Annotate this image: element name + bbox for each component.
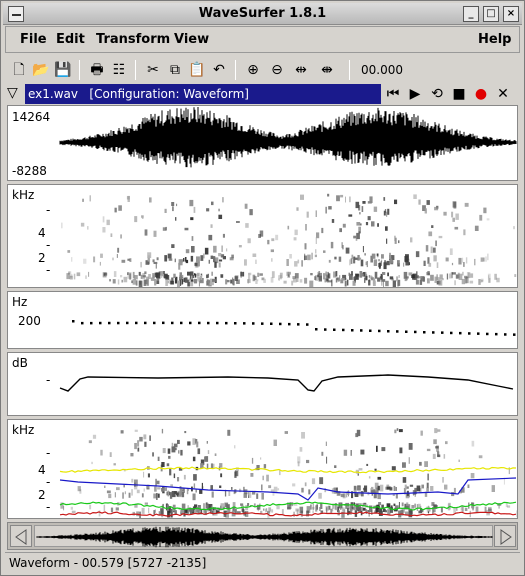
toolbar-separator (235, 60, 236, 80)
zoom-out-icon[interactable]: ⊖ (267, 60, 287, 80)
window-title: WaveSurfer 1.8.1 (198, 6, 327, 21)
sound-header: ▽ ex1.wav [Configuration: Waveform] ⏮ ▶ … (5, 84, 520, 104)
zoom-selection-icon[interactable]: ⇼ (317, 60, 337, 80)
stop-icon[interactable]: ■ (451, 86, 467, 102)
open-folder-icon[interactable]: 📂 (31, 60, 51, 80)
paste-icon[interactable]: 📋 (187, 60, 207, 80)
time-display: 00.000 (361, 63, 403, 77)
menu-edit[interactable]: Edit (56, 32, 85, 47)
formant-line-4 (59, 466, 517, 474)
maximize-button[interactable]: □ (483, 6, 499, 22)
cut-icon[interactable]: ✂ (143, 60, 163, 80)
status-text: Waveform - 00.579 [5727 -2135] (9, 556, 207, 570)
title-bar[interactable]: WaveSurfer 1.8.1 _ □ × (3, 3, 522, 25)
rewind-icon[interactable]: ⏮ (385, 86, 401, 102)
save-icon[interactable]: 💾 (53, 60, 73, 80)
zoom-fit-icon[interactable]: ⇹ (291, 60, 311, 80)
status-bar: Waveform - 00.579 [5727 -2135] (5, 552, 520, 574)
spectrogram-plot (61, 193, 517, 287)
pitch-pane[interactable]: Hz 200 (7, 291, 518, 349)
close-window-button[interactable]: × (503, 6, 519, 22)
formant-line-1 (59, 511, 517, 517)
power-pane[interactable]: dB - (7, 352, 518, 416)
menu-help[interactable]: Help (478, 32, 511, 47)
menu-bar: File Edit Transform View Help (5, 26, 520, 53)
undo-icon[interactable]: ↶ (209, 60, 229, 80)
right-arrow-icon (500, 529, 512, 545)
toolbar-separator (79, 60, 80, 80)
spectrogram-pane[interactable]: kHz - 4 - 2 - (7, 184, 518, 288)
minimize-button[interactable]: _ (463, 6, 479, 22)
menu-transform[interactable]: Transform (96, 32, 170, 47)
zoom-in-icon[interactable]: ⊕ (243, 60, 263, 80)
play-icon[interactable]: ▶ (407, 86, 423, 102)
waveform-trace (59, 107, 517, 168)
overview-waveform (36, 526, 493, 548)
scroll-right-arrow[interactable] (494, 525, 516, 547)
app-window: WaveSurfer 1.8.1 _ □ × File Edit Transfo… (0, 0, 525, 576)
menu-view[interactable]: View (174, 32, 209, 47)
new-file-icon[interactable]: 🗋 (9, 60, 29, 80)
left-arrow-icon (15, 529, 27, 545)
properties-icon[interactable]: ☷ (109, 60, 129, 80)
pitch-plot (72, 320, 516, 336)
collapse-triangle-icon[interactable]: ▽ (7, 85, 18, 101)
sound-title[interactable]: ex1.wav [Configuration: Waveform] (25, 84, 381, 104)
loop-play-icon[interactable]: ⟲ (429, 86, 445, 102)
formant-plot (59, 428, 517, 518)
waveform-plot (59, 107, 517, 168)
formant-line-3 (59, 477, 517, 501)
record-icon[interactable]: ● (473, 86, 489, 102)
close-sound-icon[interactable]: ✕ (495, 86, 511, 102)
copy-icon[interactable]: ⧉ (165, 60, 185, 80)
power-curve (59, 374, 514, 392)
print-icon[interactable]: 🖶 (87, 60, 107, 80)
power-plot (59, 374, 514, 392)
time-scrollbar[interactable] (7, 522, 518, 550)
waveform-pane[interactable]: 14264 -8288 (7, 105, 518, 181)
scroll-left-arrow[interactable] (10, 525, 32, 547)
toolbar: 🗋 📂 💾 🖶 ☷ ✂ ⧉ 📋 ↶ ⊕ ⊖ ⇹ ⇼ 00.000 (5, 57, 520, 83)
toolbar-separator (135, 60, 136, 80)
scroll-thumb[interactable] (34, 525, 493, 548)
menu-file[interactable]: File (20, 32, 47, 47)
formant-pane[interactable]: kHz - 4 - 2 - (7, 419, 518, 519)
toolbar-separator (349, 60, 350, 80)
